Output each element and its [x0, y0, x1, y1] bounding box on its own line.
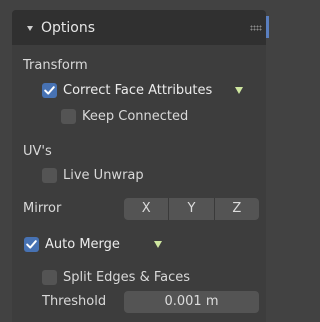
live-unwrap-label[interactable]: Live Unwrap	[63, 168, 144, 184]
auto-merge-checkbox[interactable]	[24, 237, 39, 252]
mirror-z-button[interactable]: Z	[214, 198, 259, 220]
mirror-axis-buttons: X Y Z	[124, 198, 259, 220]
keep-connected-label[interactable]: Keep Connected	[82, 109, 188, 125]
grip-dots-icon[interactable]	[250, 25, 262, 31]
transform-heading: Transform	[23, 58, 88, 73]
threshold-field[interactable]: 0.001 m	[124, 291, 259, 313]
correct-face-attributes-checkbox[interactable]	[42, 83, 57, 98]
dropdown-triangle-icon[interactable]	[154, 241, 162, 248]
split-edges-faces-label[interactable]: Split Edges & Faces	[63, 270, 190, 286]
mirror-label: Mirror	[23, 201, 62, 216]
checkmark-icon	[26, 240, 37, 249]
mirror-x-button[interactable]: X	[124, 198, 170, 220]
auto-merge-label[interactable]: Auto Merge	[45, 237, 120, 253]
live-unwrap-checkbox[interactable]	[42, 168, 57, 183]
threshold-label: Threshold	[42, 294, 107, 309]
dropdown-triangle-icon[interactable]	[235, 87, 243, 94]
options-panel-header[interactable]: Options	[12, 10, 266, 45]
correct-face-attributes-label[interactable]: Correct Face Attributes	[63, 83, 212, 99]
mirror-y-button[interactable]: Y	[169, 198, 215, 220]
chevron-down-icon[interactable]	[27, 26, 33, 31]
panel-edge-accent	[266, 16, 269, 38]
uvs-heading: UV's	[23, 144, 52, 159]
keep-connected-checkbox[interactable]	[61, 109, 76, 124]
split-edges-faces-checkbox[interactable]	[42, 270, 57, 285]
panel-title: Options	[41, 20, 96, 36]
checkmark-icon	[44, 86, 55, 95]
